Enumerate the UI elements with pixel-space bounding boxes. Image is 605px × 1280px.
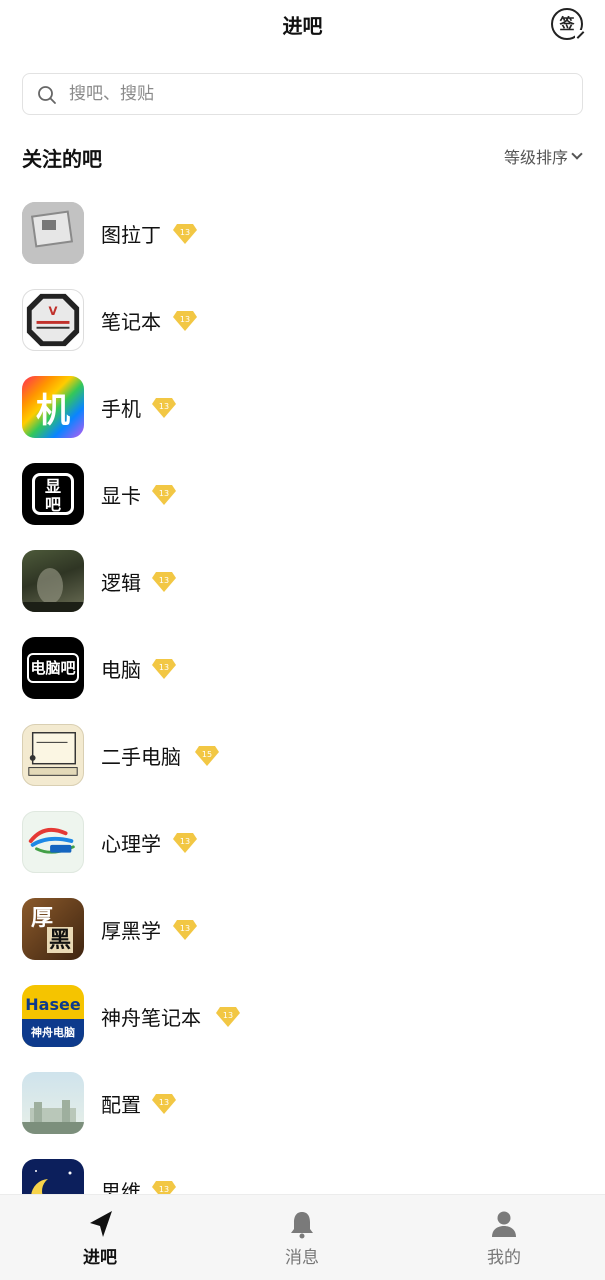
forum-item[interactable]: 显吧 显卡 13 — [0, 451, 605, 538]
forum-avatar — [22, 811, 84, 873]
svg-text:13: 13 — [159, 576, 169, 585]
level-badge-icon: 13 — [173, 833, 197, 853]
forum-logo-icon — [22, 202, 84, 264]
level-badge-icon: 13 — [152, 659, 176, 679]
level-badge-icon: 13 — [152, 572, 176, 592]
forum-name: 神舟笔记本 — [101, 1006, 201, 1030]
forum-name: 二手电脑 — [101, 745, 181, 769]
section-title: 关注的吧 — [22, 147, 102, 171]
svg-text:13: 13 — [159, 1185, 169, 1194]
forum-avatar: 厚黑 — [22, 898, 84, 960]
tab-messages[interactable]: 消息 — [202, 1195, 402, 1280]
svg-text:V: V — [49, 304, 58, 318]
sort-label: 等级排序 — [503, 148, 568, 167]
forum-item[interactable]: 心理学 13 — [0, 799, 605, 886]
forum-name: 笔记本 — [101, 310, 161, 334]
forum-name: 逻辑 — [101, 571, 141, 595]
forum-logo-icon — [28, 827, 75, 854]
forum-avatar — [22, 202, 84, 264]
forum-avatar: 电脑吧 — [22, 637, 84, 699]
svg-text:13: 13 — [180, 837, 190, 846]
forum-name: 心理学 — [101, 832, 161, 856]
forum-name: 图拉丁 — [101, 223, 161, 247]
svg-text:15: 15 — [202, 750, 212, 759]
sign-in-button[interactable]: 签 — [551, 8, 585, 40]
tab-enter-forum[interactable]: 进吧 — [0, 1195, 200, 1280]
bell-icon — [291, 1212, 313, 1239]
forum-item[interactable]: 图拉丁 13 — [0, 190, 605, 277]
level-badge-icon: 15 — [195, 746, 219, 766]
forum-name: 电脑 — [101, 658, 141, 682]
forum-item[interactable]: 电脑吧 电脑 13 — [0, 625, 605, 712]
forum-item[interactable]: 逻辑 13 — [0, 538, 605, 625]
search-icon — [38, 86, 56, 104]
forum-logo-icon: V — [26, 293, 80, 347]
page-title: 进吧 — [282, 14, 323, 38]
level-badge-icon: 13 — [173, 920, 197, 940]
forum-avatar — [22, 550, 84, 612]
forum-logo-icon — [22, 568, 84, 612]
top-header: 进吧 签 — [0, 0, 605, 50]
forum-name: 配置 — [101, 1093, 141, 1117]
forum-name: 厚黑学 — [101, 919, 161, 943]
svg-text:13: 13 — [180, 315, 190, 324]
sort-dropdown[interactable]: 等级排序 — [503, 145, 583, 167]
forum-avatar: 机 — [22, 376, 84, 438]
level-badge-icon: 13 — [152, 485, 176, 505]
svg-text:13: 13 — [159, 1098, 169, 1107]
navigate-icon — [90, 1211, 112, 1237]
forum-item[interactable]: 二手电脑 15 — [0, 712, 605, 799]
tab-label: 消息 — [285, 1248, 319, 1268]
app-screen: 进吧 签 关注的吧 等级排序 图拉丁 — [0, 0, 605, 1280]
pen-icon — [575, 30, 585, 40]
sign-in-label: 签 — [559, 15, 575, 33]
tab-label: 我的 — [487, 1248, 521, 1268]
svg-text:13: 13 — [159, 402, 169, 411]
forum-item[interactable]: 配置 13 — [0, 1060, 605, 1147]
svg-text:13: 13 — [159, 489, 169, 498]
forum-avatar — [22, 1072, 84, 1134]
forum-avatar: 显吧 — [22, 463, 84, 525]
search-input[interactable] — [69, 80, 569, 108]
level-badge-icon: 13 — [173, 224, 197, 244]
forum-item[interactable]: Hasee 神舟电脑 神舟笔记本 13 — [0, 973, 605, 1060]
level-badge-icon: 13 — [152, 398, 176, 418]
forum-avatar: Hasee 神舟电脑 — [22, 985, 84, 1047]
forum-item[interactable]: V 笔记本 13 — [0, 277, 605, 364]
forum-name: 手机 — [101, 397, 141, 421]
svg-text:13: 13 — [180, 228, 190, 237]
user-icon — [492, 1211, 516, 1237]
forum-item[interactable]: 厚黑 厚黑学 13 — [0, 886, 605, 973]
level-badge-icon: 13 — [152, 1094, 176, 1114]
forum-item[interactable]: 机 手机 13 — [0, 364, 605, 451]
svg-text:13: 13 — [159, 663, 169, 672]
level-badge-icon: 13 — [173, 311, 197, 331]
forum-name: 显卡 — [101, 484, 141, 508]
search-bar[interactable] — [22, 73, 583, 115]
svg-text:13: 13 — [180, 924, 190, 933]
forum-logo-icon — [28, 732, 78, 776]
chevron-down-icon — [571, 148, 583, 160]
forum-logo-icon — [22, 1100, 84, 1134]
tab-me[interactable]: 我的 — [404, 1195, 604, 1280]
forum-avatar — [22, 724, 84, 786]
svg-text:13: 13 — [223, 1011, 233, 1020]
forum-avatar: V — [22, 289, 84, 351]
tab-label: 进吧 — [83, 1248, 117, 1268]
level-badge-icon: 13 — [216, 1007, 240, 1027]
bottom-tab-bar: 进吧 消息 我的 — [0, 1194, 605, 1280]
